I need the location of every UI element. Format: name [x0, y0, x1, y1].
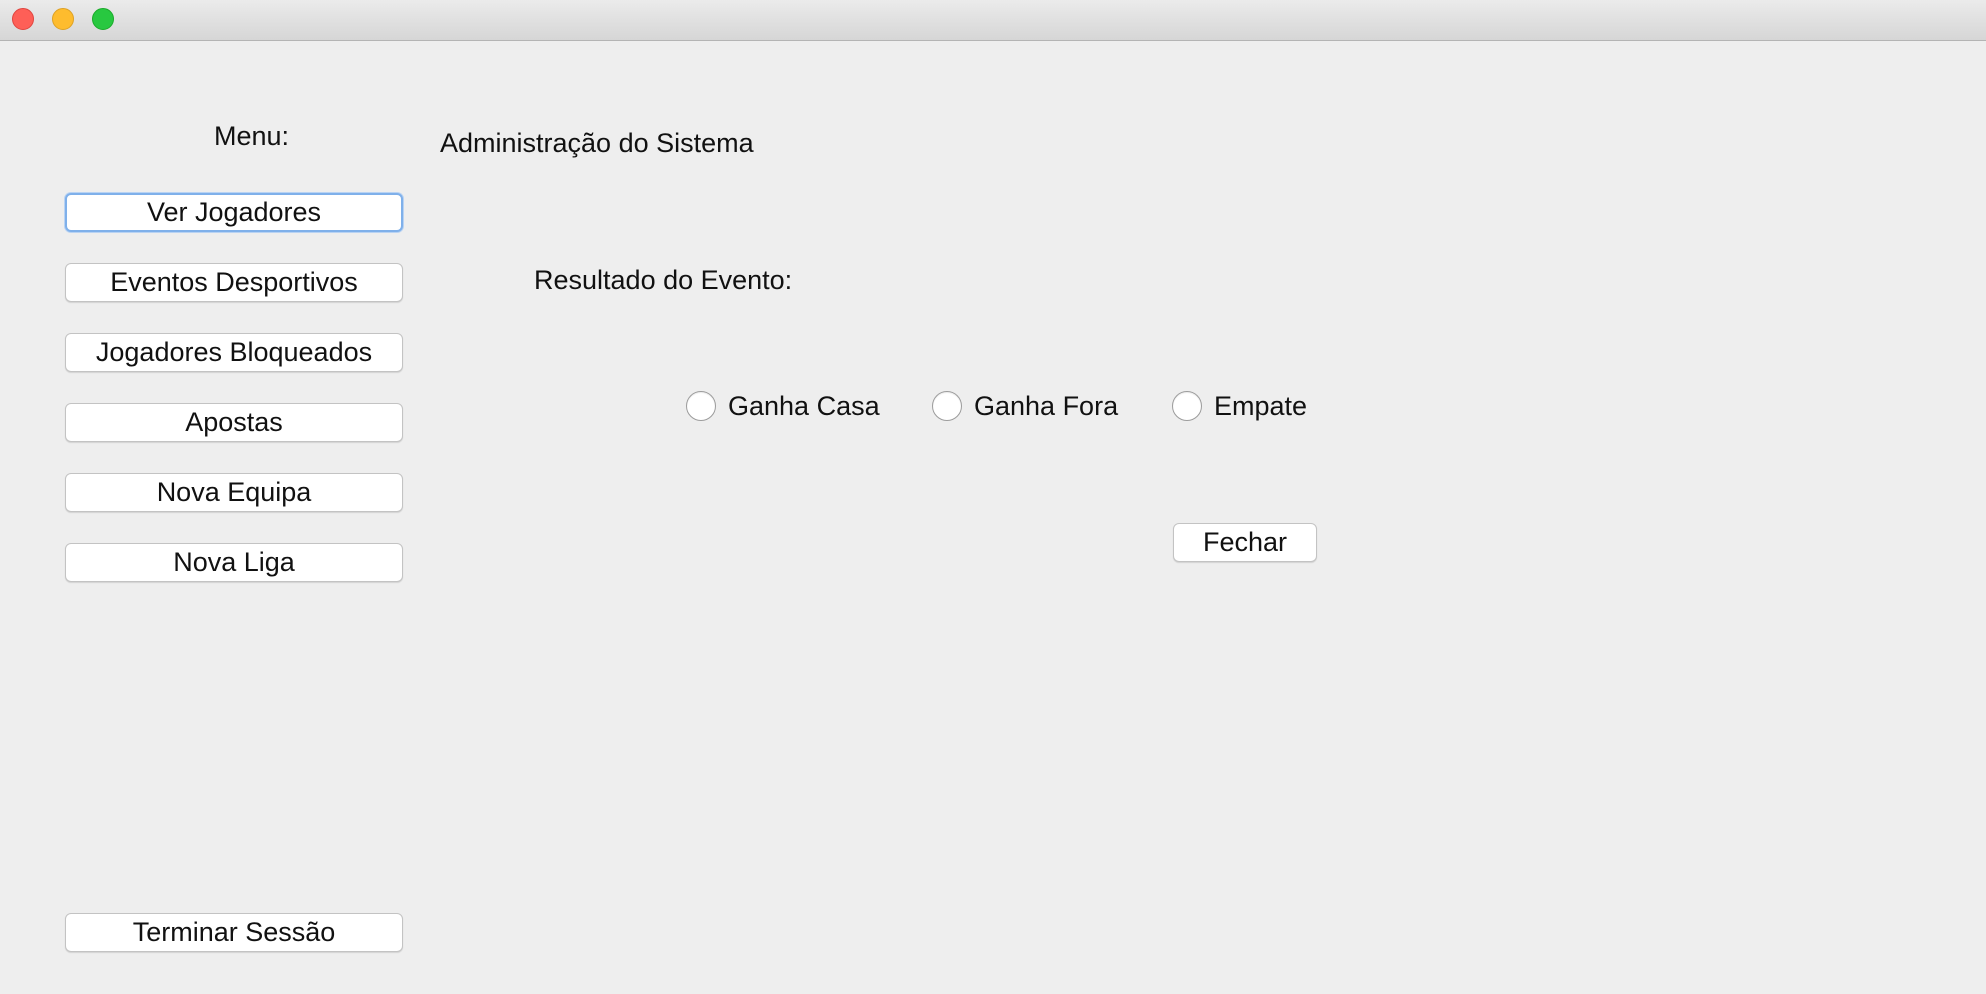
jogadores-bloqueados-button[interactable]: Jogadores Bloqueados — [65, 333, 403, 372]
menu-heading: Menu: — [214, 121, 290, 151]
radio-button-icon[interactable] — [686, 391, 716, 421]
radio-ganha-casa[interactable]: Ganha Casa — [686, 391, 880, 421]
radio-button-icon[interactable] — [1172, 391, 1202, 421]
terminar-sessao-button[interactable]: Terminar Sessão — [65, 913, 403, 952]
close-window-icon[interactable] — [12, 8, 34, 30]
minimize-window-icon[interactable] — [52, 8, 74, 30]
ver-jogadores-button[interactable]: Ver Jogadores — [65, 193, 403, 232]
nova-liga-button[interactable]: Nova Liga — [65, 543, 403, 582]
page-title: Administração do Sistema — [440, 128, 754, 158]
apostas-button[interactable]: Apostas — [65, 403, 403, 442]
radio-label: Ganha Fora — [974, 390, 1119, 421]
fechar-button[interactable]: Fechar — [1173, 523, 1317, 562]
radio-label: Empate — [1214, 390, 1308, 421]
title-bar — [0, 0, 1986, 41]
result-label: Resultado do Evento: — [534, 265, 793, 295]
app-window: Menu: Ver Jogadores Eventos Desportivos … — [0, 0, 1986, 994]
maximize-window-icon[interactable] — [92, 8, 114, 30]
nova-equipa-button[interactable]: Nova Equipa — [65, 473, 403, 512]
radio-label: Ganha Casa — [728, 390, 880, 421]
radio-empate[interactable]: Empate — [1172, 391, 1307, 421]
radio-button-icon[interactable] — [932, 391, 962, 421]
eventos-desportivos-button[interactable]: Eventos Desportivos — [65, 263, 403, 302]
radio-ganha-fora[interactable]: Ganha Fora — [932, 391, 1118, 421]
